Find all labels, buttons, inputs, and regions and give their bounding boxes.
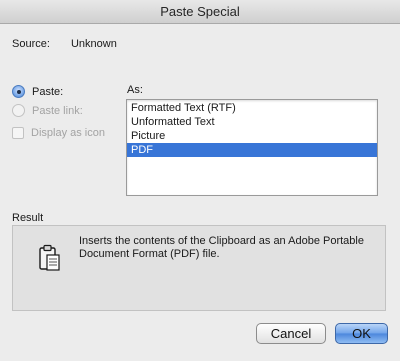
window-title: Paste Special <box>0 0 400 24</box>
display-as-icon-option[interactable]: Display as icon <box>12 127 105 139</box>
paste-link-radio[interactable] <box>12 104 25 117</box>
source-value: Unknown <box>70 38 117 50</box>
as-format-list[interactable]: Formatted Text (RTF) Unformatted Text Pi… <box>126 99 378 196</box>
result-description: Inserts the contents of the Clipboard as… <box>79 235 364 260</box>
ok-button[interactable]: OK <box>335 323 388 344</box>
paste-radio[interactable] <box>12 85 25 98</box>
clipboard-icon <box>39 244 61 275</box>
result-box: Inserts the contents of the Clipboard as… <box>12 225 386 311</box>
source-label: Source: <box>12 38 50 50</box>
paste-link-option[interactable]: Paste link: <box>12 104 83 117</box>
as-item-unformatted-text[interactable]: Unformatted Text <box>127 115 377 129</box>
paste-option[interactable]: Paste: <box>12 85 63 98</box>
as-item-picture[interactable]: Picture <box>127 129 377 143</box>
paste-link-label: Paste link: <box>32 104 83 117</box>
source-row: Source: Unknown <box>12 38 117 50</box>
cancel-button[interactable]: Cancel <box>256 323 326 344</box>
display-as-icon-label: Display as icon <box>31 127 105 139</box>
as-item-pdf[interactable]: PDF <box>127 143 377 157</box>
paste-label: Paste: <box>32 85 64 98</box>
display-as-icon-checkbox[interactable] <box>12 127 24 139</box>
as-label: As: <box>127 84 143 96</box>
as-item-rtf[interactable]: Formatted Text (RTF) <box>127 101 377 115</box>
result-label: Result <box>12 212 44 224</box>
